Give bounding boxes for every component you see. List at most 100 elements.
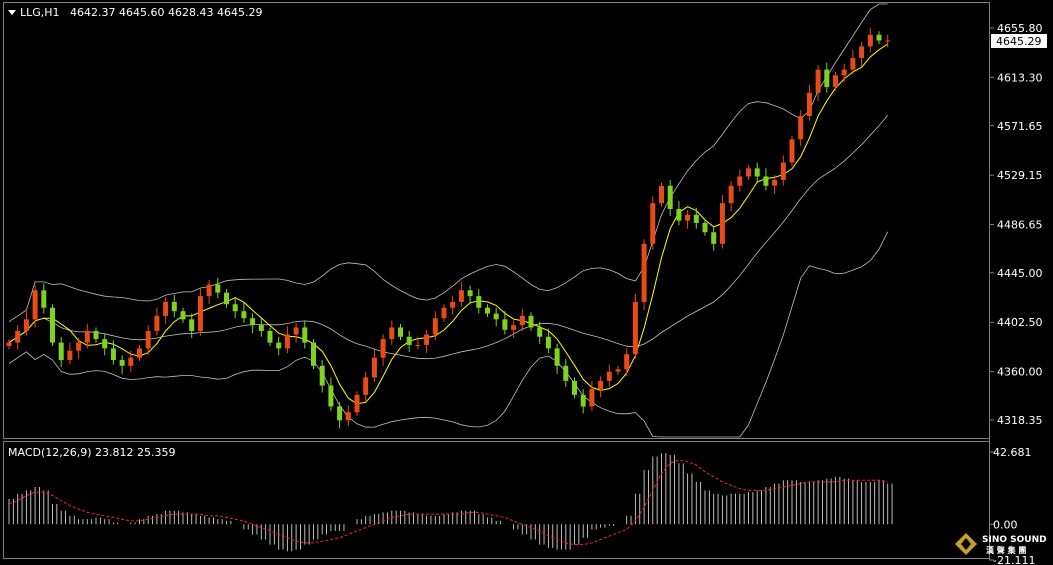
- candle-body: [511, 325, 517, 330]
- candle-body: [180, 311, 186, 320]
- candle-body: [302, 327, 308, 343]
- candle-body: [32, 290, 38, 320]
- candle-body: [76, 342, 82, 351]
- price-axis: 4655.80 4613.30 4571.65 4529.15 4486.65 4445.…: [989, 22, 1043, 427]
- candle-body: [171, 301, 177, 312]
- candle-body: [667, 185, 673, 209]
- candle-body: [485, 307, 490, 314]
- candle-body: [389, 327, 395, 340]
- price-tick-label: 4613.30: [997, 71, 1043, 84]
- candle-body: [328, 385, 334, 407]
- chart-background: [0, 0, 1053, 565]
- candle-body: [206, 284, 212, 297]
- candle-body: [545, 336, 551, 349]
- candle-body: [6, 342, 12, 347]
- candle-body: [632, 301, 638, 355]
- candle-body: [815, 69, 821, 93]
- candle-body: [685, 214, 691, 221]
- candle-body: [432, 318, 438, 335]
- candle-body: [154, 315, 160, 331]
- candle-body: [859, 46, 865, 58]
- candle-body: [398, 327, 403, 337]
- macd-tick-label: -21.111: [993, 554, 1035, 565]
- candle-body: [250, 318, 256, 326]
- candle-body: [311, 342, 316, 366]
- candle-body: [885, 40, 891, 42]
- candle-body: [519, 315, 525, 326]
- candle-body: [145, 330, 151, 349]
- candle-body: [119, 360, 125, 366]
- candle-body: [276, 342, 282, 349]
- candle-body: [780, 162, 786, 180]
- candle-body: [424, 334, 430, 345]
- candle-body: [232, 304, 238, 312]
- candle-body: [23, 319, 29, 331]
- candle-body: [833, 75, 838, 88]
- chart-canvas[interactable]: 4655.80 4613.30 4571.65 4529.15 4486.65 4445.…: [0, 0, 1053, 565]
- candle-body: [189, 319, 195, 331]
- candle-body: [659, 185, 664, 204]
- candle-body: [137, 348, 142, 358]
- candle-body: [345, 412, 351, 421]
- candle-body: [624, 354, 630, 370]
- candle-body: [15, 330, 21, 343]
- candle-body: [719, 203, 725, 244]
- candle-body: [711, 232, 717, 244]
- candle-body: [650, 203, 656, 244]
- candle-body: [128, 357, 134, 366]
- candle-body: [754, 168, 760, 177]
- candle-body: [450, 301, 456, 308]
- candle-body: [441, 307, 447, 319]
- candle-body: [241, 311, 247, 319]
- price-tick-label: 4318.35: [997, 414, 1043, 427]
- candle-body: [824, 69, 830, 88]
- candle-body: [580, 394, 586, 407]
- candle-body: [554, 348, 560, 366]
- candle-body: [110, 348, 116, 361]
- price-tick-label: 4655.80: [997, 22, 1043, 35]
- candle-body: [876, 34, 882, 41]
- candle-body: [598, 380, 604, 390]
- candle-body: [476, 296, 482, 308]
- candle-body: [319, 365, 325, 386]
- candle-body: [493, 313, 499, 320]
- candle-body: [563, 365, 569, 381]
- candle-body: [606, 371, 612, 381]
- candle-body: [789, 139, 795, 163]
- candle-body: [215, 284, 221, 293]
- macd-tick-label: 0.00: [993, 518, 1018, 531]
- macd-tick-label: 42.681: [993, 446, 1032, 459]
- candle-body: [67, 350, 73, 361]
- candle-body: [702, 222, 708, 233]
- candle-body: [728, 185, 734, 204]
- candle-body: [197, 296, 203, 331]
- candle-body: [589, 389, 595, 407]
- candle-body: [537, 327, 543, 337]
- ohlc-values: 4642.37 4645.60 4628.43 4645.29: [70, 6, 262, 19]
- candle-body: [850, 57, 856, 70]
- current-price-label: 4645.29: [996, 35, 1042, 48]
- candle-body: [772, 179, 778, 186]
- price-tick-label: 4571.65: [997, 120, 1043, 133]
- candle-body: [102, 339, 108, 349]
- candle-body: [841, 69, 847, 76]
- candle-body: [528, 315, 534, 328]
- candle-body: [806, 92, 812, 117]
- candle-body: [746, 168, 751, 177]
- candle-body: [458, 290, 464, 302]
- logo-sub: 漢 聲 集 團: [986, 545, 1026, 555]
- candle-body: [284, 334, 290, 349]
- candle-body: [163, 301, 169, 316]
- candle-body: [406, 336, 412, 345]
- candle-body: [415, 344, 421, 346]
- candle-body: [354, 394, 360, 413]
- candle-body: [737, 176, 743, 186]
- price-tick-label: 4402.50: [997, 316, 1043, 329]
- candle-body: [371, 357, 377, 378]
- candle-body: [867, 34, 873, 47]
- candle-body: [641, 243, 647, 302]
- candle-body: [572, 380, 577, 395]
- candle-body: [693, 214, 699, 223]
- price-tick-label: 4486.65: [997, 218, 1043, 231]
- candle-body: [267, 330, 273, 343]
